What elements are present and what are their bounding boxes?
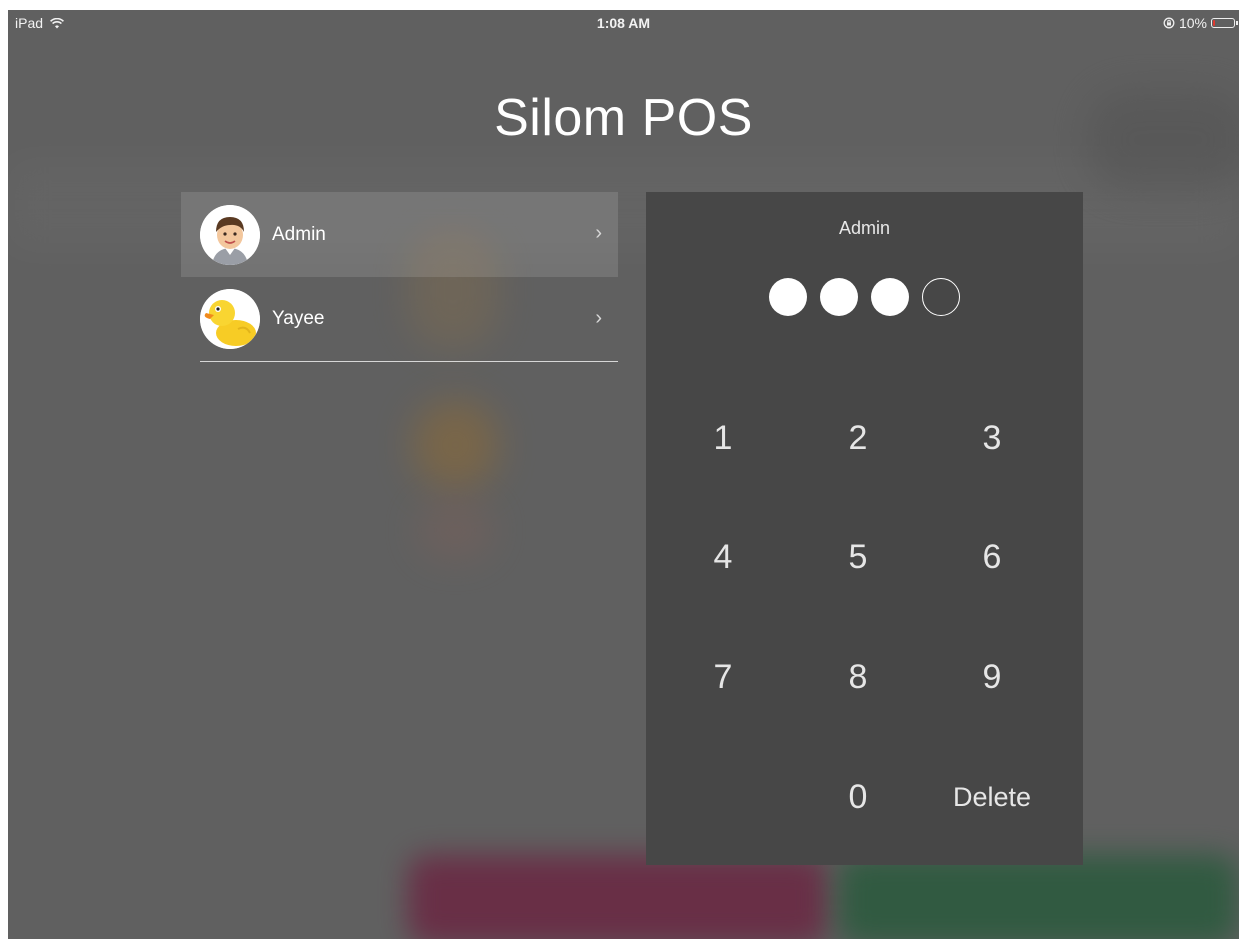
pin-dot-filled xyxy=(769,278,807,316)
key-6[interactable]: 6 xyxy=(932,517,1052,597)
battery-icon xyxy=(1211,18,1238,28)
key-7[interactable]: 7 xyxy=(663,637,783,717)
key-5[interactable]: 5 xyxy=(798,517,918,597)
pin-dot-filled xyxy=(820,278,858,316)
duck-avatar-icon xyxy=(200,289,260,349)
delete-button[interactable]: Delete xyxy=(932,757,1052,837)
key-8[interactable]: 8 xyxy=(798,637,918,717)
pin-user-label: Admin xyxy=(838,218,891,238)
battery-percent: 10% xyxy=(1178,15,1207,31)
chevron-right-icon: › xyxy=(595,222,602,244)
status-right: 10% xyxy=(1163,10,1238,36)
man-avatar-icon xyxy=(200,204,260,265)
pin-dots xyxy=(646,278,1083,316)
user-name: Yayee xyxy=(272,308,325,329)
key-2[interactable]: 2 xyxy=(798,398,918,478)
device-frame: iPad 1:08 AM 10% Silom POS Admin › Yayee… xyxy=(0,0,1247,939)
key-4[interactable]: 4 xyxy=(663,517,783,597)
chevron-right-icon: › xyxy=(595,307,602,329)
key-9[interactable]: 9 xyxy=(932,637,1052,717)
rotation-lock-icon xyxy=(1163,17,1175,29)
user-list: Admin › Yayee › xyxy=(181,192,618,362)
pin-entry-panel: Admin 1 2 3 4 5 6 7 8 9 0 Delete xyxy=(646,192,1083,865)
background-blur xyxy=(838,855,1238,939)
status-time: 1:08 AM xyxy=(596,15,651,31)
user-row-yayee[interactable]: Yayee › xyxy=(200,277,618,362)
background-blur xyxy=(418,500,493,560)
key-1[interactable]: 1 xyxy=(663,398,783,478)
battery-fill xyxy=(1213,20,1215,26)
pin-dot-empty xyxy=(922,278,960,316)
key-0[interactable]: 0 xyxy=(798,757,918,837)
user-row-admin[interactable]: Admin › xyxy=(181,192,618,277)
user-name: Admin xyxy=(272,223,326,245)
pin-dot-filled xyxy=(871,278,909,316)
background-blur xyxy=(413,400,498,490)
status-bar: iPad 1:08 AM 10% xyxy=(8,10,1239,36)
app-title: Silom POS xyxy=(494,89,753,147)
screen: iPad 1:08 AM 10% Silom POS Admin › Yayee… xyxy=(8,10,1239,939)
background-blur xyxy=(408,855,828,939)
key-3[interactable]: 3 xyxy=(932,398,1052,478)
